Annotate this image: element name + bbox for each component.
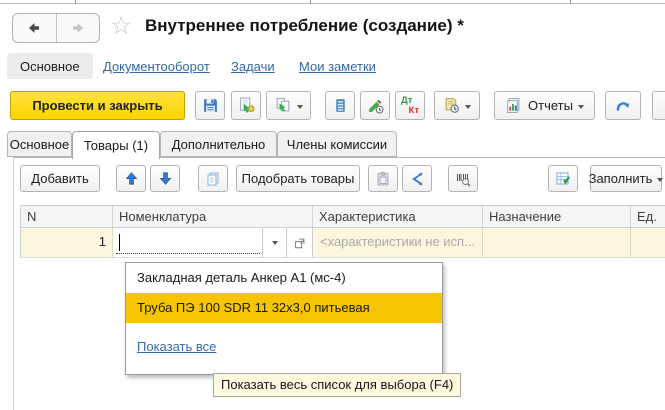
dropdown-item-highlighted[interactable]: Труба ПЭ 100 SDR 11 32х3,0 питьевая <box>126 293 442 323</box>
curved-arrow-icon <box>614 97 632 115</box>
top-tick <box>310 0 311 4</box>
document-window: ☆ Внутреннее потребление (создание) * Ос… <box>0 0 665 410</box>
header-cell-n: N <box>21 206 113 227</box>
nomenclature-input-wrap <box>113 228 262 257</box>
header-cell-assignment: Назначение <box>483 206 631 227</box>
nav-link-docflow[interactable]: Документооборот <box>103 59 210 74</box>
nomenclature-dropdown: Закладная деталь Анкер А1 (мс-4) Труба П… <box>125 262 443 375</box>
top-tick <box>75 0 76 4</box>
move-down-button[interactable] <box>150 165 180 192</box>
floppy-disk-icon <box>202 97 219 114</box>
save-button[interactable] <box>195 91 225 120</box>
register-records-button[interactable] <box>360 91 390 120</box>
text-caret <box>119 234 120 251</box>
chevron-down-icon <box>578 105 584 112</box>
back-arrow-icon <box>26 20 42 36</box>
up-arrow-icon <box>124 171 139 186</box>
assignment-cell[interactable] <box>483 228 631 257</box>
back-button[interactable] <box>13 14 56 42</box>
reports-button[interactable]: Отчеты <box>494 91 595 120</box>
create-based-on-button[interactable] <box>266 91 311 120</box>
chevron-down-icon <box>465 105 471 112</box>
document-clock-icon <box>443 97 460 114</box>
post-document-button[interactable] <box>231 91 261 120</box>
window-top-divider <box>0 3 665 4</box>
characteristic-cell[interactable]: <характеристики не исп... <box>313 228 483 257</box>
copy-row-button[interactable] <box>198 165 228 192</box>
nav-link-tasks[interactable]: Задачи <box>231 59 275 74</box>
structure-button[interactable] <box>325 91 355 120</box>
list-stack-icon <box>332 97 349 114</box>
open-form-icon <box>293 236 307 250</box>
copy-icon <box>205 171 221 187</box>
chevron-down-icon <box>657 178 663 185</box>
down-arrow-icon <box>158 171 173 186</box>
pencil-clock-icon <box>367 97 384 114</box>
reports-label: Отчеты <box>528 98 573 113</box>
forward-arrow-icon <box>70 20 86 36</box>
favorite-star-icon[interactable]: ☆ <box>110 11 132 41</box>
dt-kt-button[interactable]: Дт Кт <box>395 91 425 120</box>
post-and-close-button[interactable]: Провести и закрыть <box>10 91 185 120</box>
share-arrows-icon <box>409 171 425 187</box>
nomenclature-combo <box>113 228 313 257</box>
move-up-button[interactable] <box>116 165 146 192</box>
post-document-icon <box>238 97 255 114</box>
overflow-button[interactable] <box>652 91 665 120</box>
add-row-button[interactable]: Добавить <box>20 165 100 192</box>
chevron-down-icon <box>272 241 278 248</box>
tab-main[interactable]: Основное <box>7 131 72 157</box>
debit-credit-icon: Дт Кт <box>396 92 424 119</box>
split-share-button[interactable] <box>402 165 432 192</box>
combo-open-button[interactable] <box>286 228 312 257</box>
table-check-icon <box>555 171 571 187</box>
barcode-icon <box>455 171 471 187</box>
show-all-link[interactable]: Показать все <box>137 339 216 354</box>
dropdown-tooltip: Показать весь список для выбора (F4) <box>213 373 461 397</box>
schedule-button[interactable] <box>434 91 480 120</box>
chevron-down-icon <box>297 105 303 112</box>
navigate-link-button[interactable] <box>605 91 641 120</box>
pick-goods-button[interactable]: Подобрать товары <box>236 165 360 192</box>
required-field-underline <box>116 253 260 254</box>
top-tick <box>570 0 571 4</box>
header-cell-nomenclature: Номенклатура <box>113 206 313 227</box>
fill-button[interactable]: Заполнить <box>590 165 662 192</box>
paste-clipboard-icon <box>375 171 391 187</box>
table-row: 1 <характеристики не исп... <box>20 228 665 258</box>
forward-button[interactable] <box>56 14 100 42</box>
nav-link-notes[interactable]: Мои заметки <box>299 59 376 74</box>
combo-dropdown-button[interactable] <box>262 228 286 257</box>
fill-label: Заполнить <box>589 171 653 186</box>
tab-goods[interactable]: Товары (1) <box>72 131 160 159</box>
nav-tab-main[interactable]: Основное <box>7 53 93 79</box>
fill-table-button[interactable] <box>548 165 578 192</box>
history-nav-group <box>12 13 100 43</box>
tab-additional[interactable]: Дополнительно <box>160 131 277 157</box>
dropdown-item[interactable]: Закладная деталь Анкер А1 (мс-4) <box>126 263 442 293</box>
header-cell-characteristic: Характеристика <box>313 206 483 227</box>
unit-cell[interactable] <box>631 228 665 257</box>
barcode-scan-button[interactable] <box>448 165 478 192</box>
table-header: N Номенклатура Характеристика Назначение… <box>20 205 665 228</box>
page-title: Внутреннее потребление (создание) * <box>145 16 464 36</box>
paste-row-button[interactable] <box>368 165 398 192</box>
row-number-cell: 1 <box>21 228 113 257</box>
header-cell-unit: Ед. <box>631 206 665 227</box>
based-on-icon <box>275 97 292 114</box>
report-chart-icon <box>505 97 522 114</box>
tab-commission[interactable]: Члены комиссии <box>277 131 397 157</box>
